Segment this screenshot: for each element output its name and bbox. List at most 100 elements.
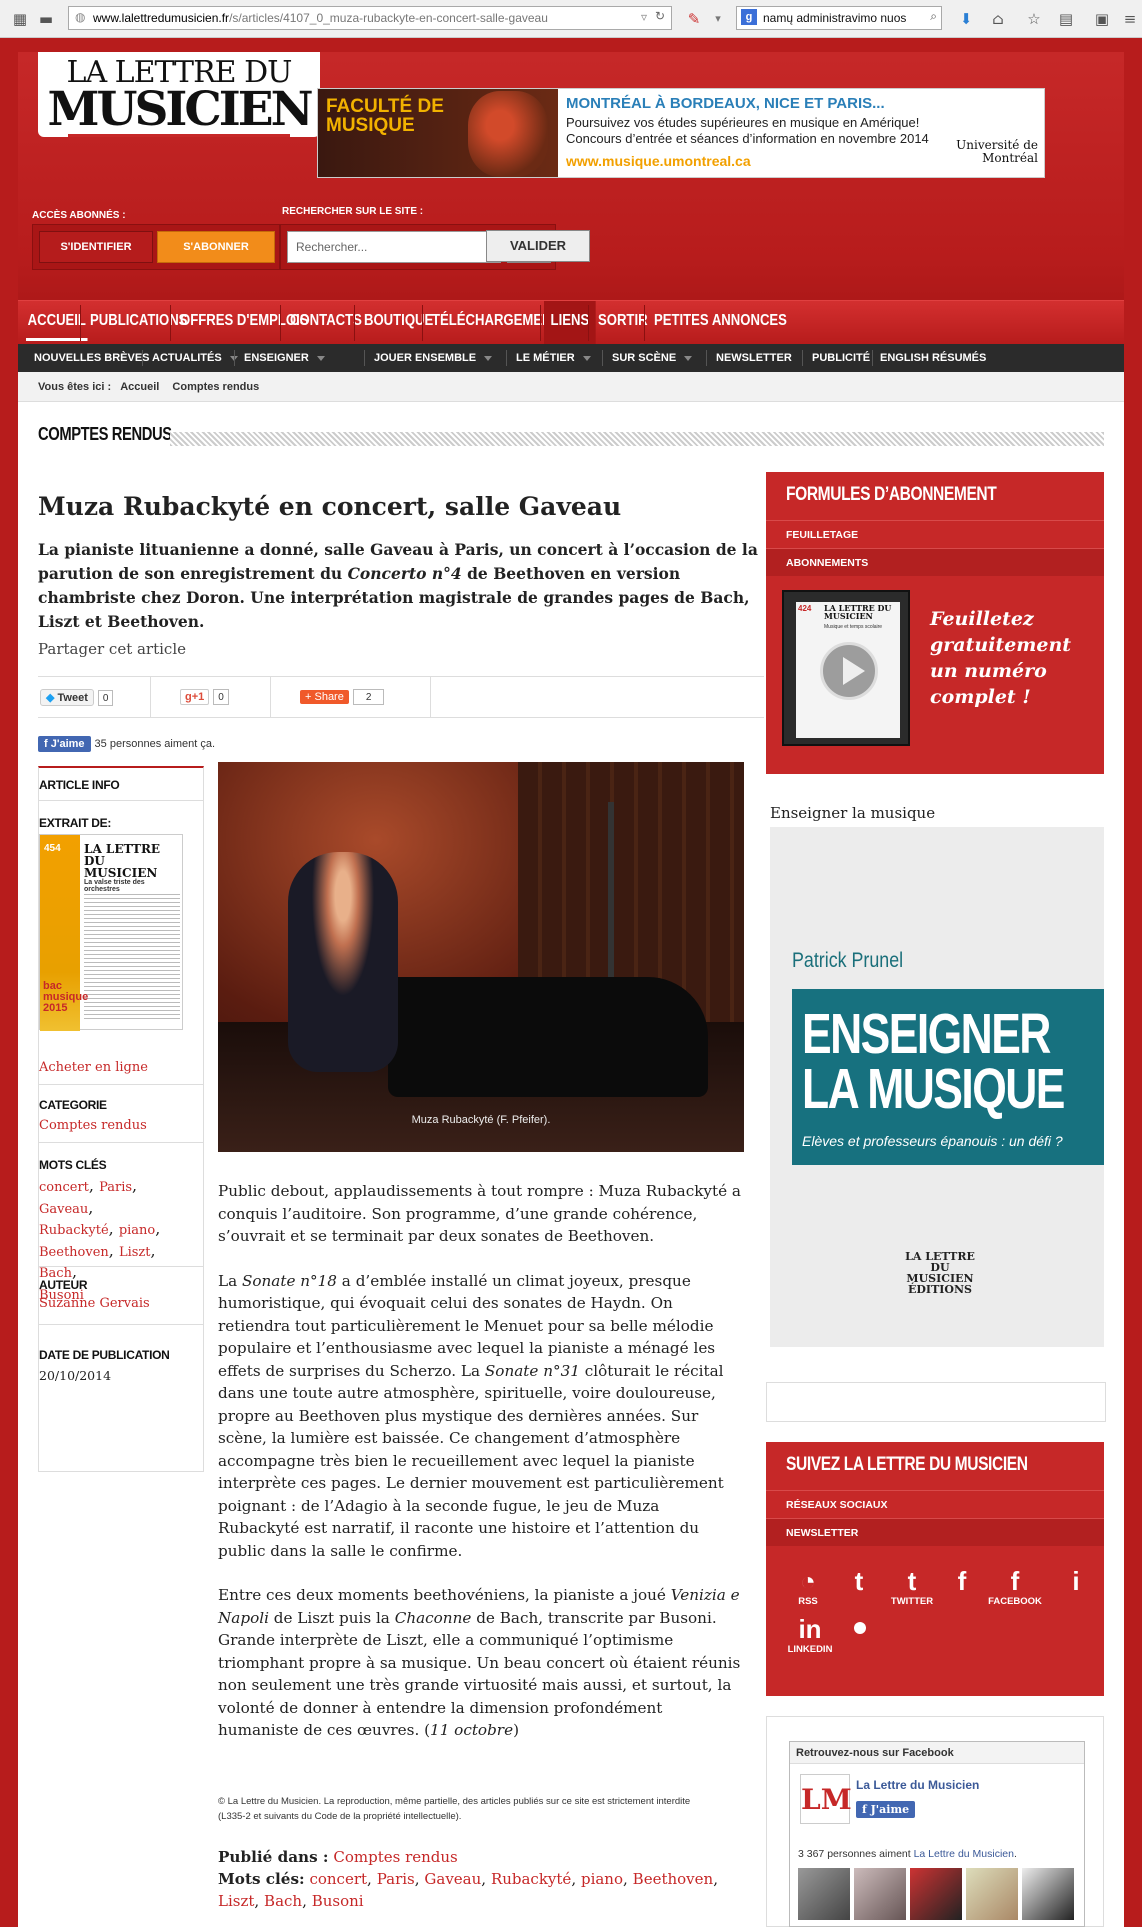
validate-button[interactable]: VALIDER [486, 230, 590, 262]
keyword-link[interactable]: Beethoven [633, 1870, 714, 1888]
nav-publications[interactable]: PUBLICATIONS [90, 301, 187, 345]
keyword-link[interactable]: Rubackyté [491, 1870, 571, 1888]
facebook-link[interactable]: f [952, 1566, 972, 1596]
grid-icon[interactable]: ▦ [10, 9, 30, 29]
fan-avatar[interactable] [798, 1868, 850, 1920]
fan-avatar[interactable] [910, 1868, 962, 1920]
nav-petites-annonces[interactable]: PETITES ANNONCES [654, 301, 787, 345]
keyword-link[interactable]: Gaveau [424, 1870, 481, 1888]
subnav-le-metier[interactable]: LE MÉTIER [516, 344, 591, 372]
keyword-link[interactable]: Bach [264, 1892, 302, 1910]
nav-divider [354, 305, 355, 341]
tag-link[interactable]: Paris [99, 1180, 132, 1195]
fan-avatar[interactable] [854, 1868, 906, 1920]
star-icon[interactable]: ☆ [1024, 9, 1044, 29]
fb-page-like-button[interactable]: f J'aime [856, 1798, 919, 1818]
linkedin-link[interactable]: in LINKEDIN [780, 1614, 840, 1655]
site-logo[interactable]: LA LETTRE DU MUSICIEN [38, 52, 320, 137]
keyword-link[interactable]: Paris [377, 1870, 415, 1888]
dot-icon [854, 1622, 866, 1634]
newsletter-link[interactable]: NEWSLETTER [766, 1518, 1104, 1546]
tag-link[interactable]: Beethoven [39, 1245, 109, 1260]
pianist [288, 852, 398, 1072]
fb-like-button[interactable]: f J'aime [38, 736, 91, 752]
tag-link[interactable]: Rubackyté [39, 1223, 109, 1238]
home-icon[interactable]: ⌂ [988, 9, 1008, 29]
author-link[interactable]: Suzanne Gervais [39, 1296, 150, 1311]
text-emphasis: Chaconne [394, 1608, 472, 1627]
cover-text [84, 891, 180, 1019]
dropdown-arrow-icon[interactable]: ▾ [708, 9, 728, 29]
category-link[interactable]: Comptes rendus [39, 1118, 147, 1133]
tweet-button[interactable]: ◆ Tweet 0 [40, 689, 114, 706]
feuilletage-link[interactable]: FEUILLETAGE [766, 520, 1104, 548]
subnav-jouer-ensemble[interactable]: JOUER ENSEMBLE [374, 344, 493, 372]
ad-banner[interactable]: FACULTÉ DE MUSIQUE MONTRÉAL À BORDEAUX, … [317, 88, 1045, 178]
subnav-publicite[interactable]: PUBLICITÉ [812, 344, 870, 372]
subscribe-button[interactable]: S'ABONNER [157, 231, 275, 263]
banner-link[interactable]: www.musique.umontreal.ca [566, 153, 751, 169]
linkedin-icon: in [798, 1614, 822, 1644]
subnav-actualites[interactable]: ACTUALITÉS [152, 344, 238, 372]
twitter-link[interactable]: t [844, 1566, 874, 1596]
download-icon[interactable]: ⬇ [956, 9, 976, 29]
tag-link[interactable]: Gaveau [39, 1202, 88, 1217]
keyword-link[interactable]: concert [309, 1870, 367, 1888]
fan-avatar[interactable] [966, 1868, 1018, 1920]
bookmarks-icon[interactable]: ▤ [1056, 9, 1076, 29]
rss-link[interactable]: ◔ RSS [786, 1566, 830, 1607]
tag-link[interactable]: Liszt [119, 1245, 151, 1260]
tag-link[interactable]: concert [39, 1180, 89, 1195]
caret-down-icon [582, 355, 591, 361]
subnav-divider [506, 350, 507, 366]
login-button[interactable]: S'IDENTIFIER [39, 231, 153, 263]
noscript-icon[interactable]: ✎ [684, 9, 704, 29]
published-link[interactable]: Comptes rendus [333, 1848, 457, 1866]
play-icon[interactable] [820, 642, 878, 700]
nav-sortir[interactable]: SORTIR [598, 301, 648, 345]
keyword-link[interactable]: Busoni [312, 1892, 364, 1910]
fb-page-logo[interactable]: LM [800, 1774, 852, 1824]
tag-link[interactable]: piano [119, 1223, 155, 1238]
dropdown-icon[interactable]: ▿ [641, 10, 647, 24]
search-icon[interactable]: ⌕ [930, 9, 937, 24]
book-title: ENSEIGNER LA MUSIQUE [802, 1002, 1065, 1121]
fan-avatar[interactable] [1022, 1868, 1074, 1920]
search-input[interactable]: Rechercher... [287, 231, 501, 263]
subnav-newsletter[interactable]: NEWSLETTER [716, 344, 792, 372]
magazine-cover[interactable]: 454 LA LETTRE DU MUSICIEN La valse trist… [39, 834, 183, 1031]
subnav-nouvelles-breves[interactable]: NOUVELLES BRÈVES [34, 344, 150, 372]
magazine-preview[interactable]: 424 LA LETTRE DU MUSICIEN Musique et tem… [782, 590, 910, 746]
reload-icon[interactable]: ↻ [655, 9, 665, 23]
facebook-link[interactable]: f FACEBOOK [980, 1566, 1050, 1607]
share-button[interactable]: + Share 2 [300, 689, 385, 705]
abonnements-link[interactable]: ABONNEMENTS [766, 548, 1104, 576]
gplus-button[interactable]: g+1 0 [180, 689, 229, 705]
pocket-icon[interactable]: ▣ [1092, 9, 1112, 29]
folder-icon[interactable]: ▬ [36, 9, 56, 29]
keyword-link[interactable]: Liszt [218, 1892, 254, 1910]
feuilletez-promo[interactable]: Feuilletez gratuitement un numéro comple… [930, 606, 1100, 710]
piano-lid [608, 802, 614, 1002]
browser-search-input[interactable]: g namų administravimo nuos ⌕ [736, 6, 942, 30]
buy-online-link[interactable]: Acheter en ligne [39, 1060, 148, 1075]
breadcrumb-current[interactable]: Comptes rendus [172, 381, 259, 393]
breadcrumb-home[interactable]: Accueil [120, 381, 159, 393]
subnav-le-metier-label: LE MÉTIER [516, 352, 575, 364]
fb-page-name[interactable]: La Lettre du Musicien [856, 1778, 979, 1792]
nav-accueil[interactable]: ACCUEIL [26, 301, 88, 341]
nav-contacts[interactable]: CONTACTS [290, 301, 362, 345]
menu-icon[interactable]: ≡ [1120, 9, 1140, 29]
url-bar[interactable]: ◍ www.lalettredumusicien.fr/s/articles/4… [68, 6, 672, 30]
subnav-sur-scene[interactable]: SUR SCÈNE [612, 344, 693, 372]
twitter-link[interactable]: t TWITTER [882, 1566, 942, 1607]
reseaux-link[interactable]: RÉSEAUX SOCIAUX [766, 1490, 1104, 1518]
fans-link[interactable]: La Lettre du Musicien [914, 1848, 1014, 1860]
book-ad[interactable]: Patrick Prunel ENSEIGNER LA MUSIQUE Elèv… [770, 827, 1104, 1347]
site-header: LA LETTRE DU MUSICIEN FACULTÉ DE MUSIQUE… [18, 52, 1124, 372]
subnav-enseigner[interactable]: ENSEIGNER [244, 344, 325, 372]
subnav-english-resumes[interactable]: ENGLISH RÉSUMÉS [880, 344, 986, 372]
info-link[interactable]: i [1066, 1566, 1086, 1596]
cover-issue: 454 [44, 843, 61, 854]
keyword-link[interactable]: piano [581, 1870, 623, 1888]
